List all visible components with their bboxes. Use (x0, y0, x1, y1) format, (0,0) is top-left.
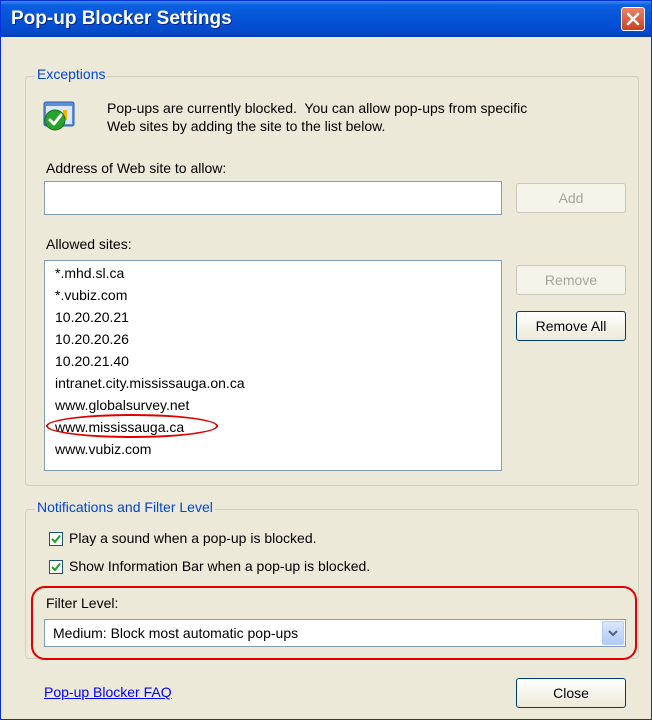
highlight-annotation-filter (31, 586, 637, 660)
remove-all-button-label: Remove All (535, 318, 607, 334)
list-item[interactable]: intranet.city.mississauga.on.ca (55, 375, 245, 391)
highlight-annotation-site (46, 414, 218, 438)
play-sound-checkbox[interactable] (49, 532, 63, 546)
notifications-legend: Notifications and Filter Level (35, 499, 215, 515)
remove-all-button[interactable]: Remove All (516, 311, 626, 341)
allowed-sites-list[interactable]: *.mhd.sl.ca *.vubiz.com 10.20.20.21 10.2… (44, 260, 502, 471)
close-button-label: Close (553, 685, 589, 701)
title-bar[interactable]: Pop-up Blocker Settings (1, 1, 651, 37)
list-item[interactable]: www.globalsurvey.net (55, 397, 189, 413)
remove-button[interactable]: Remove (516, 265, 626, 295)
list-item[interactable]: *.vubiz.com (55, 287, 127, 303)
popup-blocker-window: Pop-up Blocker Settings Exceptions Pop-u… (0, 0, 652, 720)
close-icon (626, 12, 640, 26)
close-button[interactable]: Close (516, 678, 626, 708)
allowed-sites-label: Allowed sites: (46, 236, 132, 252)
play-sound-label[interactable]: Play a sound when a pop-up is blocked. (69, 530, 317, 546)
add-button-label: Add (558, 190, 584, 206)
list-item[interactable]: 10.20.20.26 (55, 331, 129, 347)
list-item[interactable]: 10.20.21.40 (55, 353, 129, 369)
info-bar-label[interactable]: Show Information Bar when a pop-up is bl… (69, 558, 370, 574)
list-item[interactable]: *.mhd.sl.ca (55, 265, 124, 281)
exceptions-info-line2: Web sites by adding the site to the list… (107, 118, 386, 134)
close-window-button[interactable] (621, 7, 645, 31)
exceptions-info-line1: Pop-ups are currently blocked. You can a… (107, 100, 528, 116)
exceptions-legend: Exceptions (35, 66, 108, 82)
address-input[interactable] (44, 181, 502, 215)
address-label: Address of Web site to allow: (46, 160, 227, 176)
list-item[interactable]: www.vubiz.com (55, 441, 151, 457)
window-title: Pop-up Blocker Settings (11, 8, 232, 29)
popup-blocker-faq-link[interactable]: Pop-up Blocker FAQ (44, 684, 172, 700)
checkmark-icon (51, 534, 61, 544)
remove-button-label: Remove (544, 272, 598, 288)
add-button[interactable]: Add (516, 183, 626, 213)
info-bar-checkbox[interactable] (49, 560, 63, 574)
shield-check-icon (42, 100, 76, 134)
checkmark-icon (51, 562, 61, 572)
list-item[interactable]: 10.20.20.21 (55, 309, 129, 325)
